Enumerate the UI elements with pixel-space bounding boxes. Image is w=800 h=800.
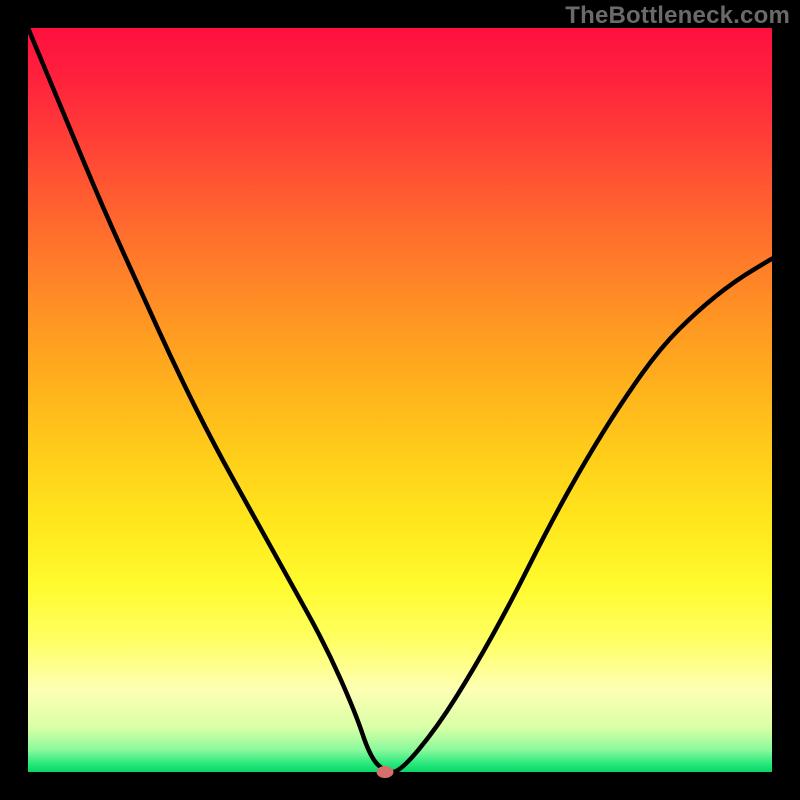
minimum-marker xyxy=(377,766,394,778)
curve-path xyxy=(28,28,772,772)
chart-frame: TheBottleneck.com xyxy=(0,0,800,800)
curve-svg xyxy=(28,28,772,772)
watermark-text: TheBottleneck.com xyxy=(565,2,790,30)
plot-area xyxy=(28,28,772,772)
